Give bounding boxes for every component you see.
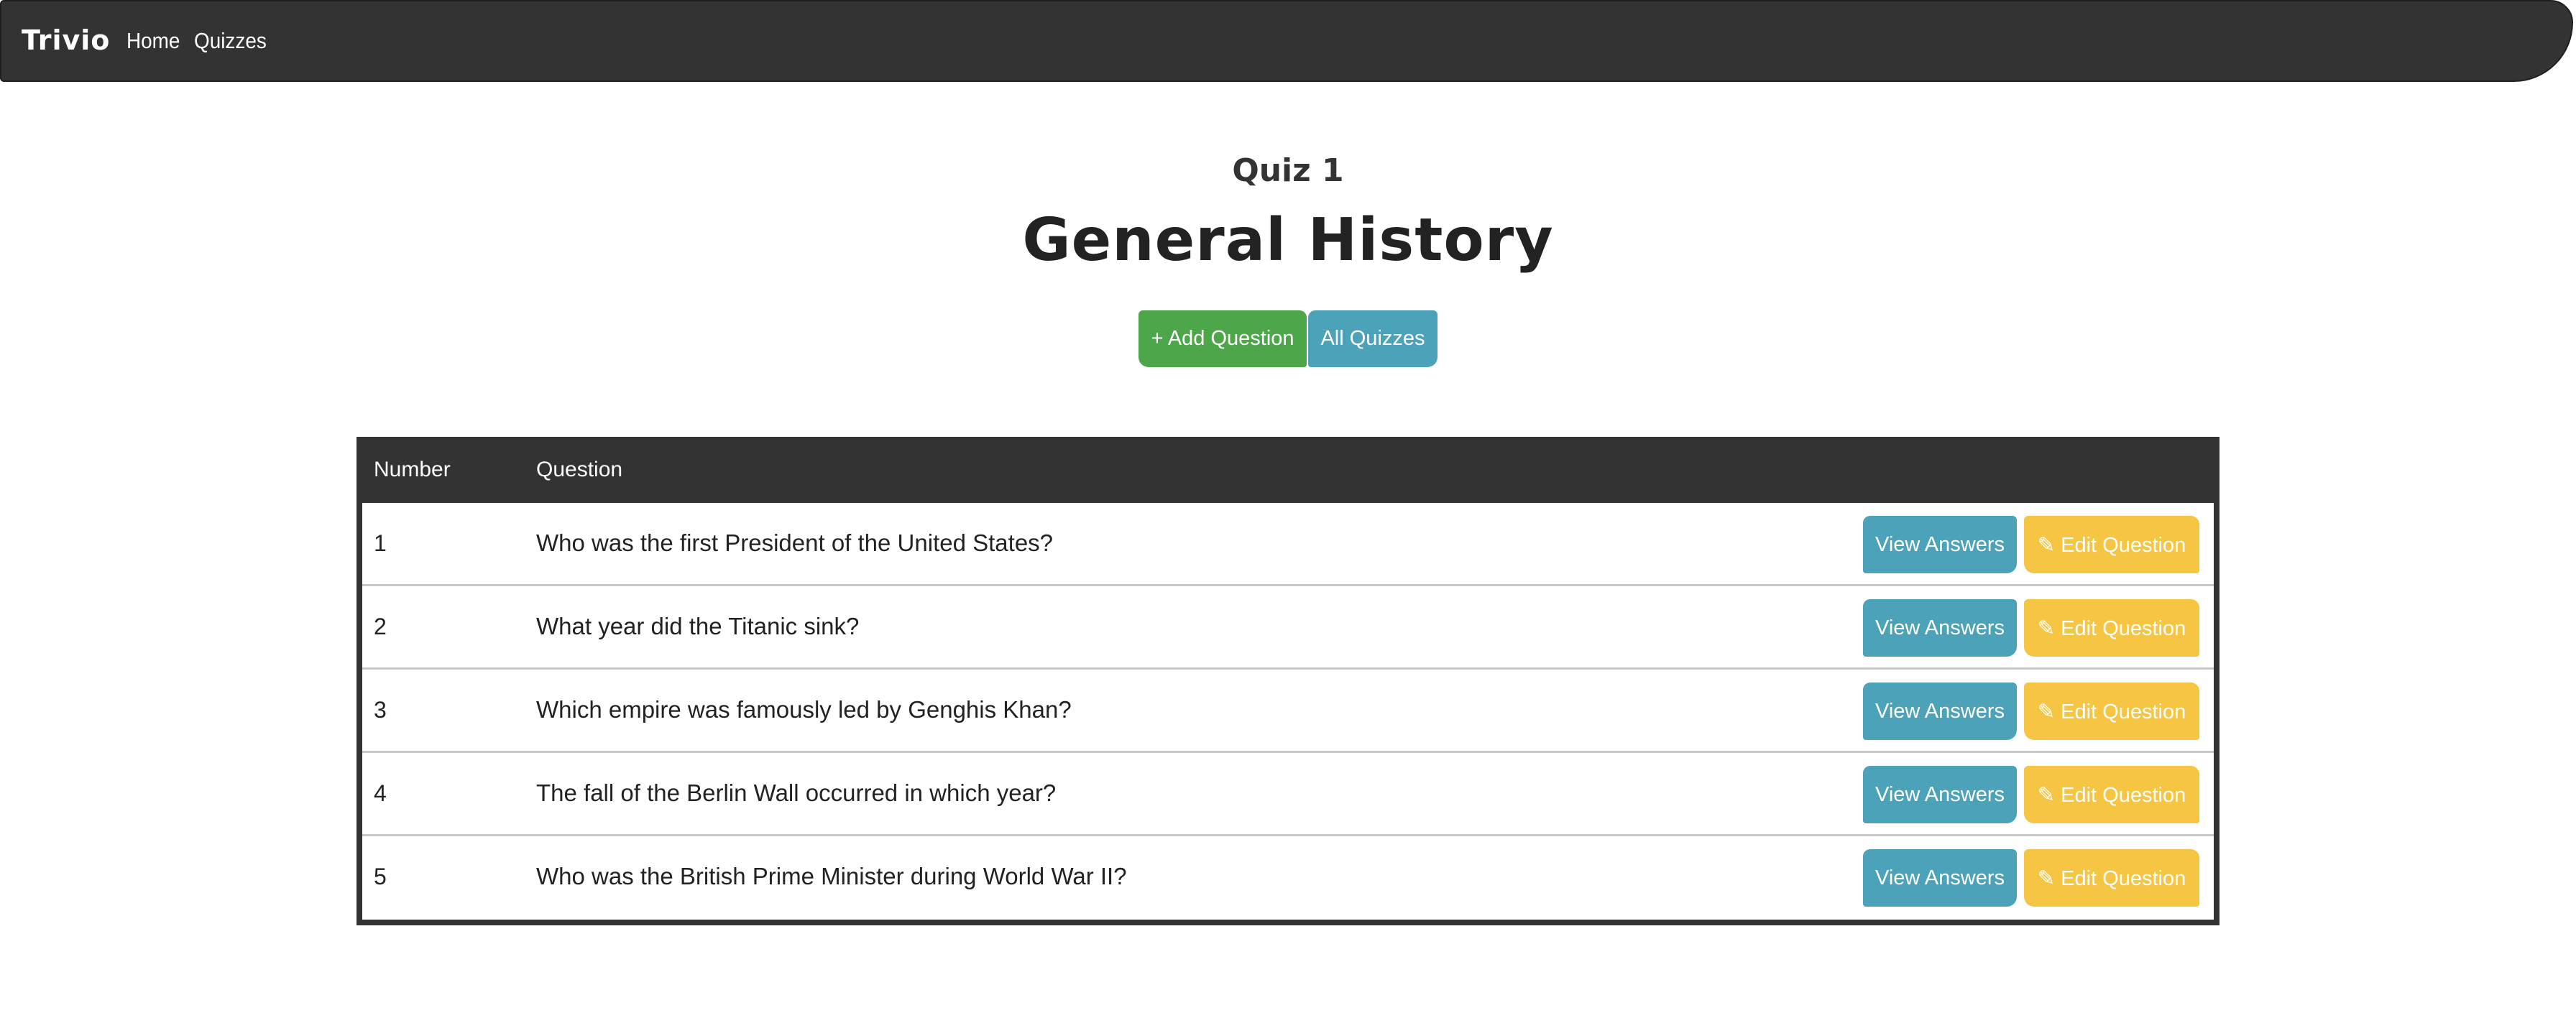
- nav-link-quizzes[interactable]: Quizzes: [194, 26, 267, 56]
- question-number: 5: [374, 864, 387, 889]
- table-row: 4 The fall of the Berlin Wall occurred i…: [362, 753, 2214, 836]
- table-row: 2 What year did the Titanic sink? View A…: [362, 586, 2214, 670]
- question-text: Who was the British Prime Minister durin…: [536, 863, 1127, 889]
- view-answers-button[interactable]: View Answers: [1863, 849, 2017, 907]
- add-question-button[interactable]: + Add Question: [1138, 310, 1307, 367]
- table-header: Number Question: [356, 437, 2220, 503]
- edit-question-button[interactable]: ✎ Edit Question: [2024, 766, 2199, 823]
- questions-table: Number Question 1 Who was the first Pres…: [356, 437, 2220, 925]
- navbar: Trivio Home Quizzes: [0, 0, 2573, 82]
- table-row: 5 Who was the British Prime Minister dur…: [362, 836, 2214, 920]
- brand-logo[interactable]: Trivio: [22, 22, 110, 59]
- column-header-question: Question: [536, 458, 623, 481]
- all-quizzes-button[interactable]: All Quizzes: [1308, 310, 1438, 367]
- question-number: 1: [374, 530, 387, 556]
- question-text: What year did the Titanic sink?: [536, 613, 860, 639]
- column-header-number: Number: [374, 458, 451, 481]
- question-text: The fall of the Berlin Wall occurred in …: [536, 780, 1057, 806]
- question-text: Which empire was famously led by Genghis…: [536, 696, 1072, 723]
- page-title: General History: [1022, 206, 1554, 274]
- question-number: 4: [374, 780, 387, 806]
- view-answers-button[interactable]: View Answers: [1863, 766, 2017, 823]
- question-number: 2: [374, 614, 387, 639]
- quiz-number: Quiz 1: [1232, 152, 1344, 189]
- view-answers-button[interactable]: View Answers: [1863, 599, 2017, 657]
- view-answers-button[interactable]: View Answers: [1863, 516, 2017, 573]
- edit-question-button[interactable]: ✎ Edit Question: [2024, 683, 2199, 740]
- question-number: 3: [374, 697, 387, 723]
- edit-question-button[interactable]: ✎ Edit Question: [2024, 849, 2199, 907]
- table-body: 1 Who was the first President of the Uni…: [362, 503, 2214, 920]
- view-answers-button[interactable]: View Answers: [1863, 683, 2017, 740]
- nav-link-home[interactable]: Home: [126, 26, 180, 56]
- table-row: 3 Which empire was famously led by Gengh…: [362, 670, 2214, 753]
- edit-question-button[interactable]: ✎ Edit Question: [2024, 516, 2199, 573]
- edit-question-button[interactable]: ✎ Edit Question: [2024, 599, 2199, 657]
- question-text: Who was the first President of the Unite…: [536, 529, 1054, 556]
- table-row: 1 Who was the first President of the Uni…: [362, 503, 2214, 586]
